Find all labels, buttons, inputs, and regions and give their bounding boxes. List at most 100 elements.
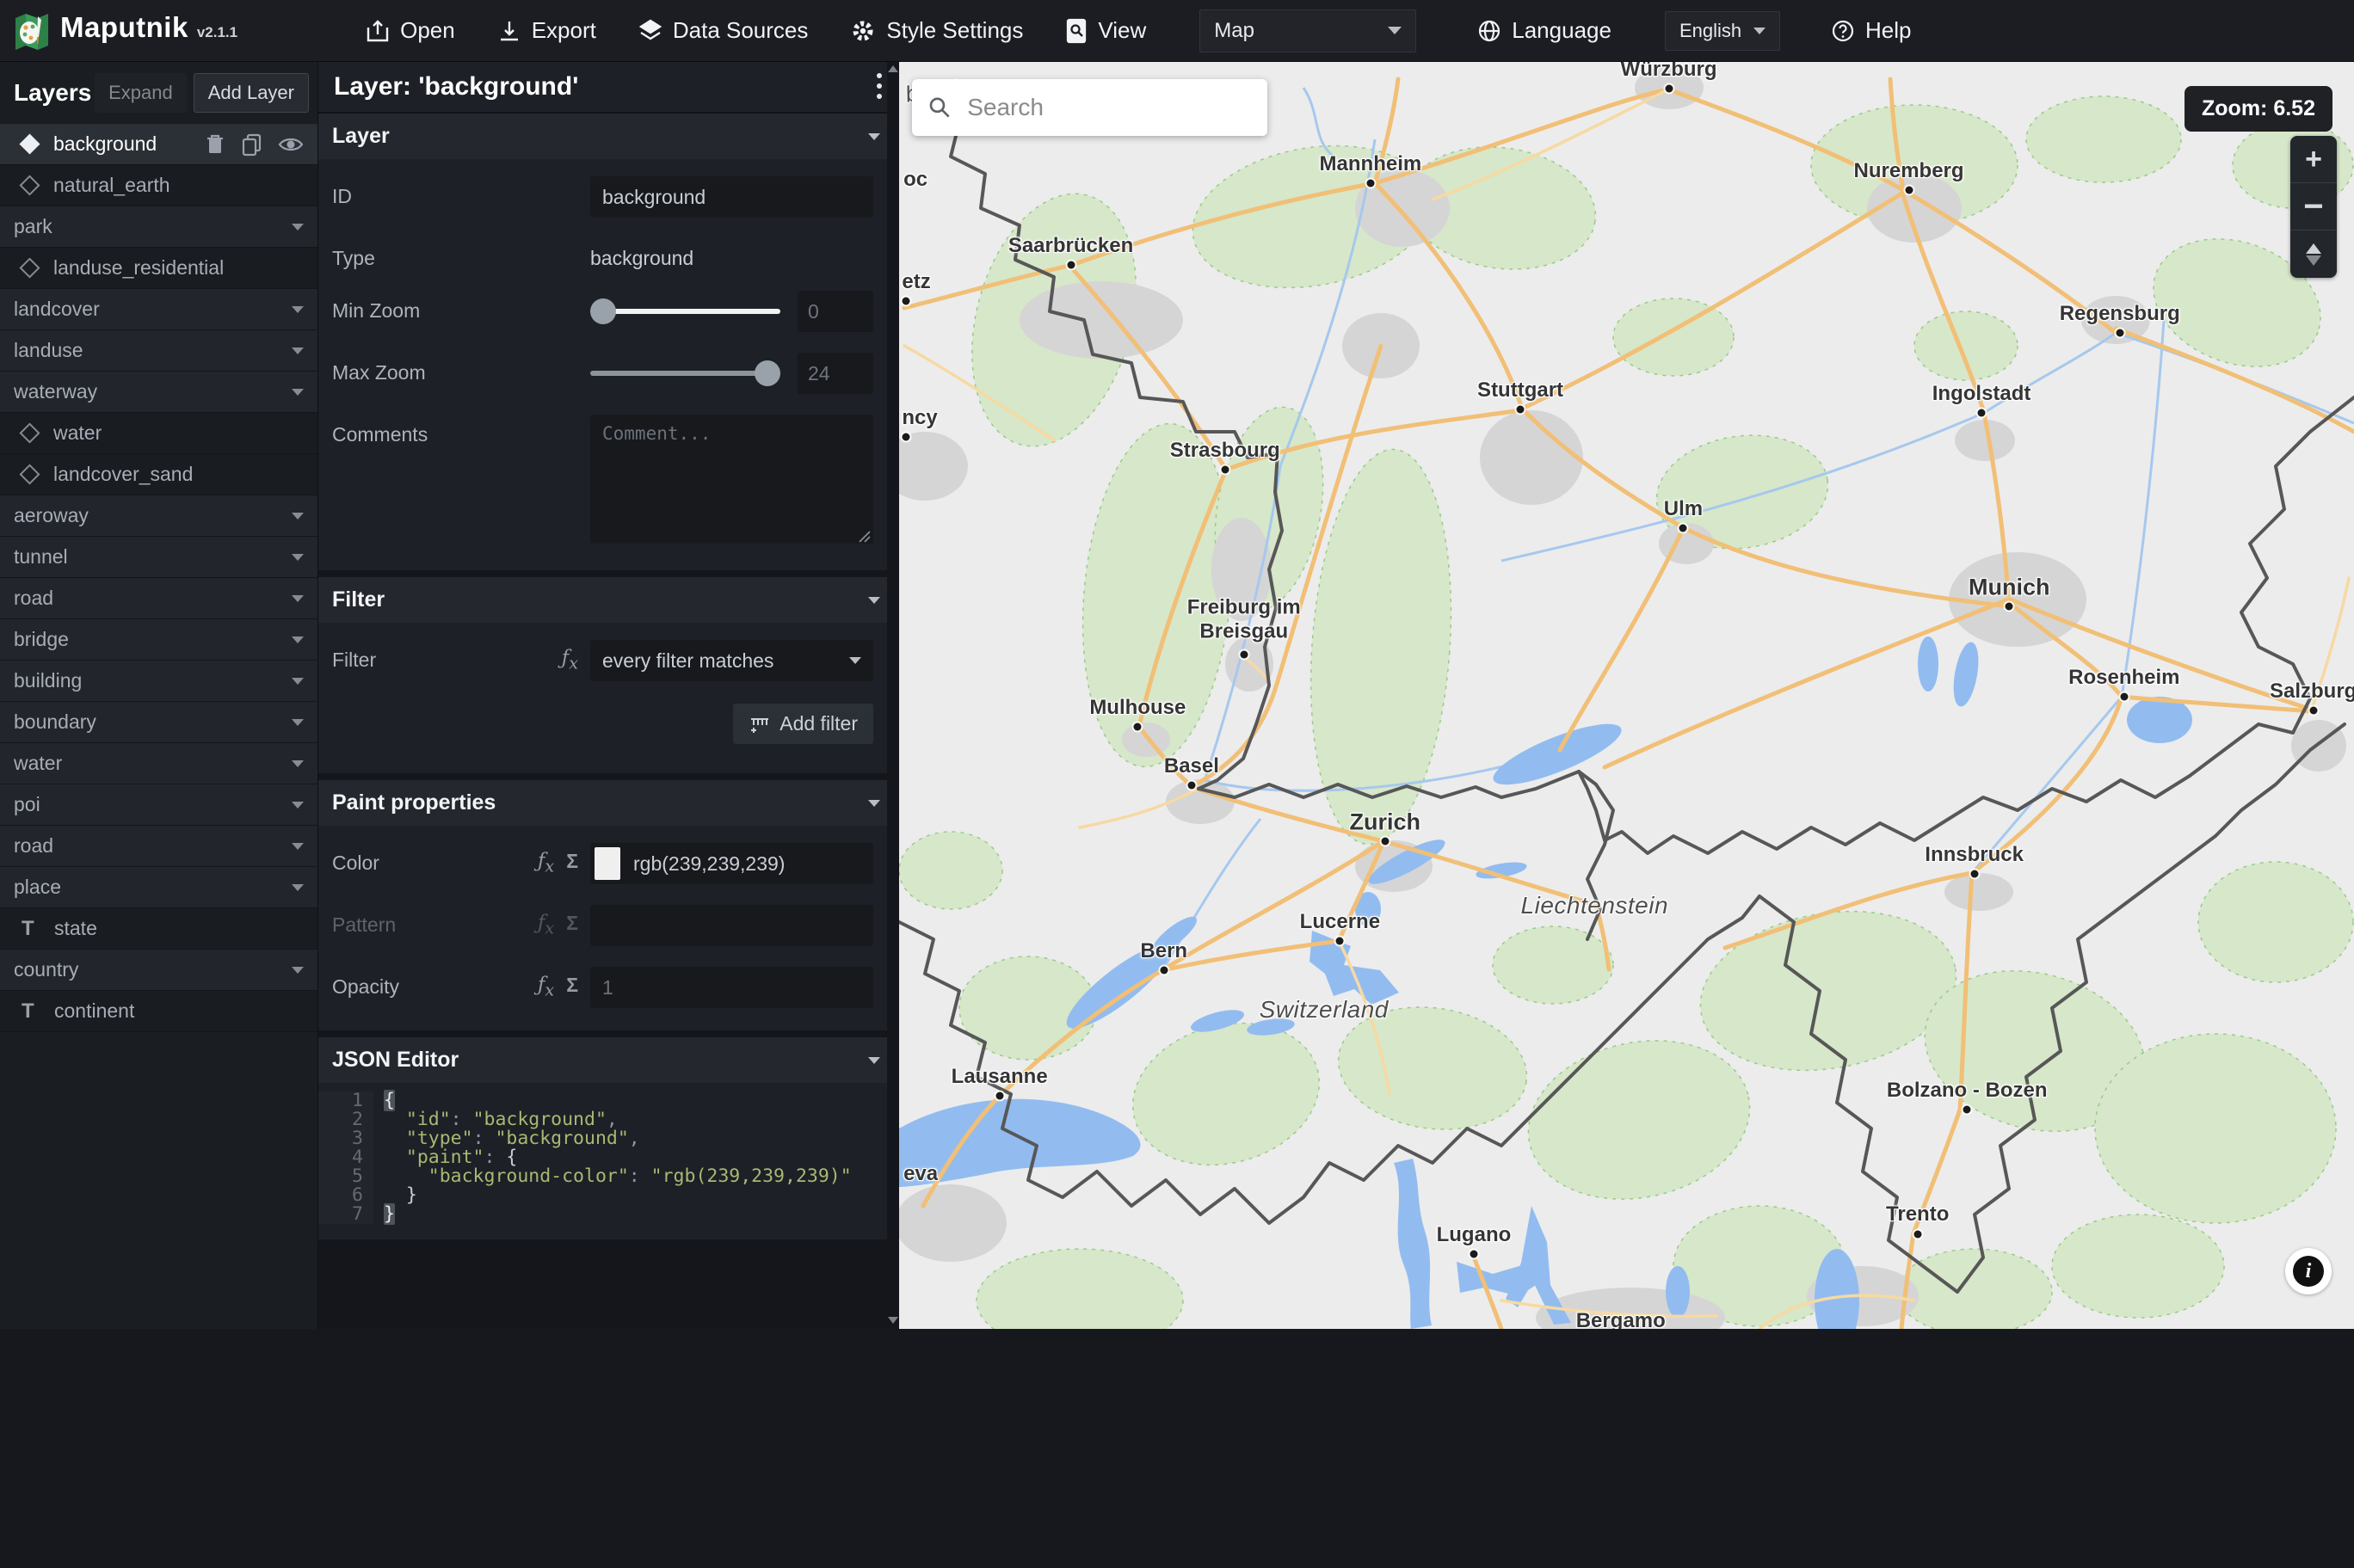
gear-icon — [853, 21, 873, 40]
collapse-icon[interactable] — [292, 883, 304, 891]
comments-textarea[interactable] — [590, 415, 873, 544]
duplicate-layer-icon[interactable] — [240, 132, 264, 157]
collapse-icon[interactable] — [292, 759, 304, 767]
line-number: 6 — [318, 1186, 373, 1205]
city-dot — [1970, 870, 1979, 878]
collapse-icon[interactable] — [292, 223, 304, 231]
view-button[interactable]: View — [1064, 17, 1146, 45]
open-button[interactable]: Open — [365, 17, 455, 44]
style-settings-button[interactable]: Style Settings — [849, 17, 1023, 45]
chevron-down-icon — [849, 657, 861, 664]
pattern-input[interactable] — [590, 905, 873, 946]
scroll-down-icon[interactable] — [888, 1317, 898, 1324]
editor-scrollbar[interactable] — [887, 62, 899, 1329]
expand-button[interactable]: Expand — [95, 73, 187, 113]
layer-row-continent[interactable]: Tcontinent — [0, 991, 317, 1032]
collapse-icon[interactable] — [292, 801, 304, 809]
collapse-icon[interactable] — [292, 305, 304, 313]
sum-icon[interactable]: Σ — [566, 850, 578, 876]
collapse-icon[interactable] — [292, 553, 304, 561]
delete-layer-icon[interactable] — [204, 132, 226, 157]
layer-row-water[interactable]: water — [0, 743, 317, 784]
scroll-up-icon[interactable] — [888, 65, 898, 72]
json-code-editor[interactable]: 1{2 "id": "background", 3 "type": "backgr… — [318, 1083, 899, 1239]
layer-row-landcover_sand[interactable]: landcover_sand — [0, 454, 317, 495]
layer-row-road[interactable]: road — [0, 578, 317, 619]
code-line: 4 "paint": { — [318, 1148, 899, 1167]
map-attribution-button[interactable]: i — [2285, 1248, 2332, 1294]
search-input[interactable] — [965, 93, 1252, 122]
max-zoom-slider[interactable] — [590, 358, 780, 389]
layer-section-header[interactable]: Layer — [318, 114, 899, 159]
layer-label: place — [14, 876, 61, 898]
json-editor-header[interactable]: JSON Editor — [318, 1037, 899, 1083]
city-dot — [1335, 937, 1344, 945]
layer-row-park[interactable]: park — [0, 206, 317, 248]
filter-combiner-select[interactable]: every filter matches — [590, 640, 873, 681]
collapse-icon[interactable] — [292, 966, 304, 974]
sum-icon[interactable]: Σ — [566, 912, 578, 938]
layer-row-building[interactable]: building — [0, 661, 317, 702]
min-zoom-input[interactable] — [798, 291, 873, 332]
collapse-icon[interactable] — [292, 512, 304, 520]
layer-row-background[interactable]: background — [0, 124, 317, 165]
add-filter-button[interactable]: Add filter — [733, 704, 873, 744]
layer-row-bridge[interactable]: bridge — [0, 619, 317, 661]
map-search-box[interactable] — [912, 79, 1267, 136]
collapse-icon[interactable] — [292, 842, 304, 850]
map-place-label: Switzerland — [1259, 995, 1389, 1023]
collapse-icon[interactable] — [292, 636, 304, 643]
language-select[interactable]: English — [1664, 10, 1780, 51]
function-icon[interactable]: ƒx — [538, 974, 554, 1000]
opacity-input[interactable] — [590, 967, 873, 1008]
layer-row-landuse_residential[interactable]: landuse_residential — [0, 248, 317, 289]
data-sources-button[interactable]: Data Sources — [638, 17, 808, 44]
map-canvas[interactable]: WürzburgbourgocMannheimNurembergSaarbrüc… — [899, 62, 2354, 1329]
layer-row-state[interactable]: Tstate — [0, 908, 317, 950]
max-zoom-input[interactable] — [798, 353, 873, 394]
collapse-icon[interactable] — [292, 347, 304, 354]
add-layer-button[interactable]: Add Layer — [193, 73, 309, 113]
layer-row-road[interactable]: road — [0, 826, 317, 867]
help-button[interactable]: Help — [1830, 17, 1911, 44]
city-dot — [1381, 837, 1390, 845]
id-input[interactable] — [590, 176, 873, 218]
collapse-icon[interactable] — [292, 594, 304, 602]
layer-row-aeroway[interactable]: aeroway — [0, 495, 317, 537]
map-place-label: Lausanne — [951, 1065, 1048, 1089]
view-select[interactable]: Map — [1199, 9, 1417, 52]
map-place-label: etz — [902, 270, 931, 294]
layer-row-place[interactable]: place — [0, 867, 317, 908]
function-icon[interactable]: ƒx — [562, 647, 578, 673]
map-place-label: Basel — [1163, 754, 1219, 778]
max-zoom-label: Max Zoom — [332, 361, 426, 384]
layer-row-tunnel[interactable]: tunnel — [0, 537, 317, 578]
color-swatch[interactable] — [595, 847, 620, 880]
min-zoom-slider[interactable] — [590, 296, 780, 327]
kebab-menu-icon[interactable] — [875, 70, 884, 104]
layer-row-poi[interactable]: poi — [0, 784, 317, 826]
color-input[interactable] — [590, 843, 873, 884]
visibility-icon[interactable] — [278, 132, 304, 157]
sum-icon[interactable]: Σ — [566, 974, 578, 1000]
layer-row-landcover[interactable]: landcover — [0, 289, 317, 330]
app-version: v2.1.1 — [196, 23, 238, 40]
layer-row-waterway[interactable]: waterway — [0, 372, 317, 413]
zoom-in-button[interactable]: + — [2290, 136, 2337, 183]
collapse-icon[interactable] — [292, 388, 304, 396]
layer-row-landuse[interactable]: landuse — [0, 330, 317, 372]
layer-row-boundary[interactable]: boundary — [0, 702, 317, 743]
chevron-down-icon — [1753, 27, 1766, 34]
collapse-icon[interactable] — [292, 718, 304, 726]
compass-button[interactable] — [2290, 231, 2337, 278]
layer-row-country[interactable]: country — [0, 950, 317, 991]
export-button[interactable]: Export — [496, 17, 596, 44]
paint-section-header[interactable]: Paint properties — [318, 780, 899, 826]
filter-section-header[interactable]: Filter — [318, 577, 899, 623]
layer-row-water[interactable]: water — [0, 413, 317, 454]
function-icon[interactable]: ƒx — [538, 850, 554, 876]
function-icon[interactable]: ƒx — [538, 912, 554, 938]
collapse-icon[interactable] — [292, 677, 304, 685]
zoom-out-button[interactable]: − — [2290, 183, 2337, 231]
layer-row-natural_earth[interactable]: natural_earth — [0, 165, 317, 206]
